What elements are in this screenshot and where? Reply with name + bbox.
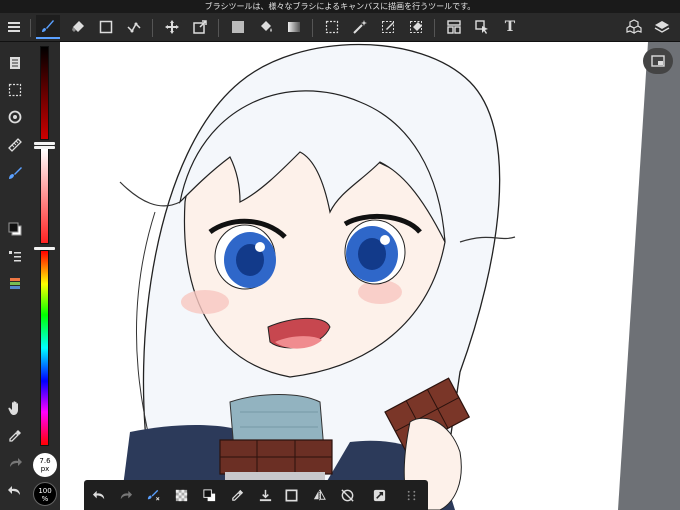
- undo-icon[interactable]: [88, 484, 110, 506]
- pen-path-icon[interactable]: [122, 15, 146, 39]
- drawing-canvas[interactable]: [60, 42, 680, 510]
- layer-list-icon[interactable]: [3, 246, 27, 268]
- canvas-artwork: [119, 42, 680, 510]
- snap-icon[interactable]: [368, 484, 390, 506]
- redo-icon[interactable]: [3, 452, 27, 474]
- saturation-slider-knob[interactable]: [34, 146, 55, 149]
- saturation-slider[interactable]: [40, 148, 49, 244]
- bottom-toolbar: [84, 480, 428, 510]
- palette-icon[interactable]: [3, 273, 27, 295]
- navigator-button[interactable]: [643, 48, 673, 74]
- color-swap-icon[interactable]: [198, 484, 220, 506]
- select-eraser-icon[interactable]: [404, 15, 428, 39]
- tooltip-banner: ブラシツールは、様々なブラシによるキャンバスに描画を行うツールです。: [0, 0, 680, 13]
- border-icon[interactable]: [280, 484, 302, 506]
- brush-swap-icon[interactable]: [142, 484, 164, 506]
- ruler-icon[interactable]: [3, 134, 27, 156]
- move-icon[interactable]: [160, 15, 184, 39]
- material-icon[interactable]: [622, 15, 646, 39]
- slider-column: [30, 42, 60, 510]
- opacity-value: 100: [38, 487, 52, 495]
- transparent-icon[interactable]: [170, 484, 192, 506]
- color-swatch-icon[interactable]: [3, 218, 27, 240]
- top-toolbar: T: [0, 13, 680, 42]
- select-cursor-icon[interactable]: [470, 15, 494, 39]
- opacity-indicator[interactable]: 100 %: [33, 482, 57, 506]
- brush-size-indicator[interactable]: 7.6 px: [33, 453, 57, 477]
- eyedropper-icon[interactable]: [3, 425, 27, 447]
- brush-size-unit: px: [40, 465, 50, 473]
- save-icon[interactable]: [254, 484, 276, 506]
- rotate-reset-icon[interactable]: [336, 484, 358, 506]
- hue-slider[interactable]: [40, 250, 49, 446]
- pages-icon[interactable]: [3, 52, 27, 74]
- fill-color-icon[interactable]: [226, 15, 250, 39]
- rectangle-icon[interactable]: [94, 15, 118, 39]
- brush-size-value: 7.6: [39, 457, 51, 465]
- grid-icon[interactable]: [400, 484, 422, 506]
- panel-icon[interactable]: [442, 15, 466, 39]
- brush-icon[interactable]: [36, 15, 60, 39]
- magic-wand-icon[interactable]: [348, 15, 372, 39]
- left-toolbar: [0, 42, 30, 510]
- select-pen-icon[interactable]: [376, 15, 400, 39]
- brush-preset-icon[interactable]: [3, 162, 27, 184]
- opacity-unit: %: [41, 495, 49, 503]
- bucket-icon[interactable]: [254, 15, 278, 39]
- rotate-icon[interactable]: [3, 106, 27, 128]
- navigator-icon: [651, 55, 665, 67]
- red-channel-slider[interactable]: [40, 46, 49, 140]
- hand-icon[interactable]: [3, 397, 27, 419]
- menu-icon[interactable]: [2, 15, 26, 39]
- flip-icon[interactable]: [308, 484, 330, 506]
- redo-icon[interactable]: [114, 484, 136, 506]
- gradient-icon[interactable]: [282, 15, 306, 39]
- red-slider-knob[interactable]: [34, 142, 55, 145]
- eyedropper-icon[interactable]: [226, 484, 248, 506]
- text-icon[interactable]: T: [498, 15, 522, 39]
- transform-icon[interactable]: [188, 15, 212, 39]
- marquee-icon[interactable]: [3, 79, 27, 101]
- selection-icon[interactable]: [320, 15, 344, 39]
- undo-icon[interactable]: [3, 480, 27, 502]
- eraser-icon[interactable]: [66, 15, 90, 39]
- layers-icon[interactable]: [650, 15, 674, 39]
